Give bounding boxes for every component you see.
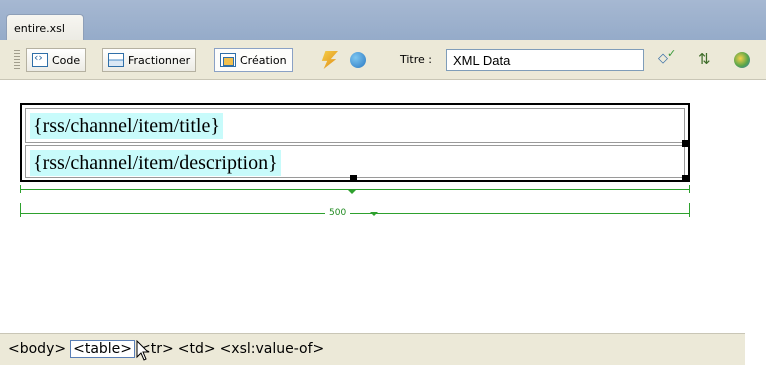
code-view-label: Code bbox=[52, 53, 81, 67]
mouse-cursor-icon bbox=[136, 340, 150, 361]
tag-body[interactable]: <body> bbox=[8, 341, 66, 357]
design-view-icon bbox=[220, 53, 236, 67]
tag-xsl-value-of[interactable]: <xsl:value-of> bbox=[220, 341, 325, 357]
design-view-button[interactable]: Création bbox=[214, 48, 293, 72]
preview-globe-icon bbox=[350, 52, 366, 68]
table-guide-right-tick bbox=[689, 203, 690, 217]
tag-td[interactable]: <td> bbox=[178, 341, 216, 357]
table-guide-left-tick bbox=[20, 203, 21, 217]
title-label: Titre : bbox=[400, 53, 433, 66]
document-toolbar: Code Fractionner Création bbox=[0, 40, 766, 80]
tag-selector: <body> <table> <tr> <td> <xsl:value-of> bbox=[8, 340, 324, 358]
xsl-binding-description[interactable]: {rss/channel/item/description} bbox=[30, 150, 281, 176]
table-width-line bbox=[20, 213, 690, 214]
table-cell-title[interactable]: {rss/channel/item/title} bbox=[25, 108, 685, 143]
document-tab[interactable]: entire.xsl bbox=[6, 14, 84, 40]
split-view-label: Fractionner bbox=[128, 53, 191, 67]
code-view-button[interactable]: Code bbox=[26, 48, 87, 72]
tag-selector-bar: <body> <table> <tr> <td> <xsl:value-of> bbox=[0, 333, 745, 365]
resize-handle-bottom[interactable] bbox=[350, 175, 357, 182]
browser-globe-icon bbox=[734, 52, 750, 68]
preview-browser-button[interactable] bbox=[344, 48, 372, 72]
live-data-icon bbox=[321, 51, 338, 69]
design-view-label: Création bbox=[240, 53, 287, 67]
file-management-button[interactable] bbox=[692, 48, 720, 72]
toolbar-grip[interactable] bbox=[14, 50, 20, 70]
resize-handle-corner[interactable] bbox=[682, 175, 689, 182]
split-view-icon bbox=[108, 53, 124, 67]
table-width-guide[interactable]: 500 bbox=[20, 185, 690, 218]
validate-markup-icon bbox=[658, 47, 678, 67]
file-transfer-icon bbox=[698, 50, 714, 68]
browser-check-button[interactable] bbox=[728, 48, 756, 72]
canvas-right-edge bbox=[745, 81, 766, 365]
validate-markup-button[interactable] bbox=[652, 47, 684, 72]
table-header-arrow[interactable] bbox=[370, 212, 378, 216]
table-cell-description[interactable]: {rss/channel/item/description} bbox=[25, 145, 685, 178]
tag-table[interactable]: <table> bbox=[70, 340, 136, 358]
document-title-input[interactable]: XML Data bbox=[446, 49, 644, 71]
code-view-icon bbox=[32, 51, 48, 67]
design-view-canvas[interactable]: {rss/channel/item/title} {rss/channel/it… bbox=[0, 81, 766, 333]
table-width-label: 500 bbox=[325, 208, 351, 218]
split-view-button[interactable]: Fractionner bbox=[102, 48, 197, 72]
column-header-arrow[interactable] bbox=[348, 190, 356, 194]
selected-table[interactable]: {rss/channel/item/title} {rss/channel/it… bbox=[20, 103, 690, 182]
document-tab-strip: entire.xsl bbox=[0, 0, 766, 40]
resize-handle-right[interactable] bbox=[682, 140, 689, 147]
xsl-binding-title[interactable]: {rss/channel/item/title} bbox=[30, 113, 223, 139]
live-data-button[interactable] bbox=[314, 48, 344, 72]
